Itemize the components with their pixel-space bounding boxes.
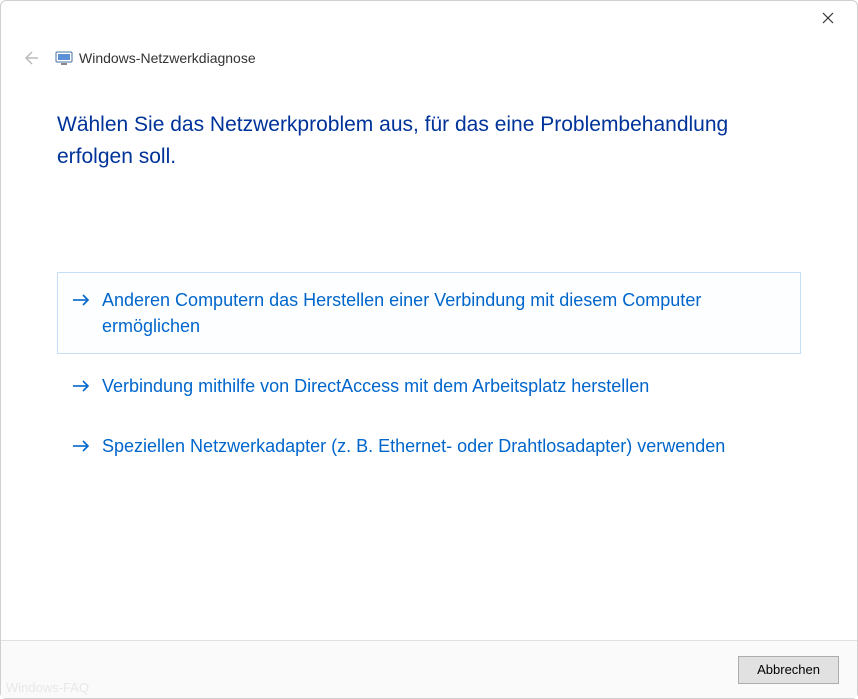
cancel-button[interactable]: Abbrechen xyxy=(738,656,839,684)
option-label: Anderen Computern das Herstellen einer V… xyxy=(102,287,786,339)
titlebar xyxy=(1,1,857,39)
footer: Abbrechen xyxy=(1,640,857,698)
content-area: Wählen Sie das Netzwerkproblem aus, für … xyxy=(1,69,857,640)
back-arrow-icon xyxy=(20,48,40,68)
option-directaccess[interactable]: Verbindung mithilfe von DirectAccess mit… xyxy=(57,358,801,414)
option-specific-adapter[interactable]: Speziellen Netzwerkadapter (z. B. Ethern… xyxy=(57,418,801,474)
arrow-right-icon xyxy=(72,434,92,458)
app-title-wrap: Windows-Netzwerkdiagnose xyxy=(55,49,256,67)
page-heading: Wählen Sie das Netzwerkproblem aus, für … xyxy=(57,109,801,172)
option-label: Verbindung mithilfe von DirectAccess mit… xyxy=(102,373,649,399)
dialog-window: Windows-Netzwerkdiagnose Wählen Sie das … xyxy=(0,0,858,699)
arrow-right-icon xyxy=(72,288,92,312)
back-button[interactable] xyxy=(19,47,41,69)
header-row: Windows-Netzwerkdiagnose xyxy=(1,39,857,69)
option-label: Speziellen Netzwerkadapter (z. B. Ethern… xyxy=(102,433,725,459)
app-title: Windows-Netzwerkdiagnose xyxy=(79,50,256,66)
network-diagnostics-icon xyxy=(55,49,73,67)
close-button[interactable] xyxy=(805,3,851,33)
close-icon xyxy=(822,12,834,24)
option-allow-connections[interactable]: Anderen Computern das Herstellen einer V… xyxy=(57,272,801,354)
arrow-right-icon xyxy=(72,374,92,398)
